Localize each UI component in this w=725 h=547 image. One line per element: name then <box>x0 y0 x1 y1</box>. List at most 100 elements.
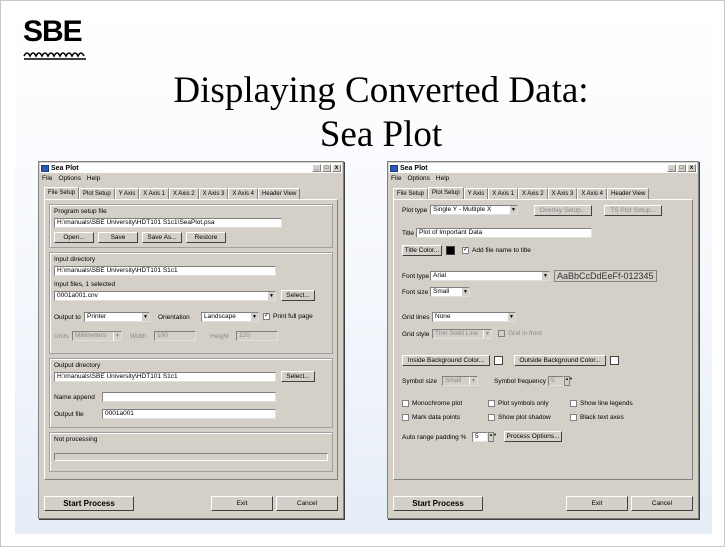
tab-plot-setup[interactable]: Plot Setup <box>428 187 464 199</box>
window-title: Sea Plot <box>51 164 79 172</box>
start-process-button[interactable]: Start Process <box>44 496 134 511</box>
cancel-button[interactable]: Cancel <box>276 496 338 511</box>
tab-x-axis-1[interactable]: X Axis 1 <box>139 188 169 199</box>
output-group: Output directory H:\manuals\SBE Universi… <box>49 358 333 428</box>
cancel-button[interactable]: Cancel <box>631 496 693 511</box>
tab-x-axis-3[interactable]: X Axis 3 <box>547 188 578 199</box>
print-full-page-checkbox[interactable]: ✓ <box>263 313 270 320</box>
minimize-button[interactable]: _ <box>312 164 321 172</box>
save-button[interactable]: Save <box>98 232 138 243</box>
units-dropdown[interactable]: Millimeters ▼ <box>72 331 122 341</box>
close-button[interactable]: x <box>687 164 696 172</box>
menu-help[interactable]: Help <box>436 175 449 182</box>
symbols-only-label: Plot symbols only <box>498 400 549 407</box>
input-files-value: 0001a001.cnv <box>57 292 98 299</box>
open-button[interactable]: Open... <box>54 232 94 243</box>
tab-file-setup[interactable]: File Setup <box>393 188 429 199</box>
input-directory-field[interactable]: H:\manuals\SBE University\HDT101 S1c1 <box>54 266 276 276</box>
menu-help[interactable]: Help <box>87 175 100 182</box>
window-title: Sea Plot <box>400 164 428 172</box>
maximize-button[interactable]: □ <box>677 164 686 172</box>
tab-x-axis-1[interactable]: X Axis 1 <box>488 188 518 199</box>
overlay-setup-button[interactable]: Overlay Setup... <box>534 205 592 216</box>
title-bar[interactable]: Sea Plot _ □ x <box>40 163 342 173</box>
tab-x-axis-2[interactable]: X Axis 2 <box>168 188 199 199</box>
tab-header-view[interactable]: Header View <box>258 188 301 199</box>
grid-lines-dropdown[interactable]: None ▼ <box>432 312 516 322</box>
height-field[interactable]: 120 <box>236 331 278 341</box>
maximize-button[interactable]: □ <box>322 164 331 172</box>
close-button[interactable]: x <box>332 164 341 172</box>
menu-file[interactable]: File <box>391 175 401 182</box>
orientation-dropdown[interactable]: Landscape ▼ <box>201 312 259 322</box>
output-to-dropdown[interactable]: Printer ▼ <box>84 312 150 322</box>
font-type-dropdown[interactable]: Arial ▼ <box>430 271 550 281</box>
title-bar[interactable]: Sea Plot _ □ x <box>389 163 697 173</box>
tab-strip: File Setup Plot Setup Y Axis X Axis 1 X … <box>44 187 338 199</box>
menu-options[interactable]: Options <box>58 175 80 182</box>
output-file-field[interactable]: 0001a001 <box>102 409 276 419</box>
symbol-size-label: Symbol size <box>402 378 438 385</box>
tab-strip: File Setup Plot Setup Y Axis X Axis 1 X … <box>393 187 693 199</box>
auto-range-spinner[interactable]: ▲▼ <box>488 432 497 442</box>
sbe-logo: SBE <box>23 17 89 65</box>
inside-background-color-button[interactable]: Inside Background Color... <box>402 355 490 366</box>
monochrome-checkbox[interactable] <box>402 400 409 407</box>
start-process-button[interactable]: Start Process <box>393 496 483 511</box>
chevron-down-icon: ▼ <box>250 313 258 321</box>
program-setup-label: Program setup file <box>54 208 107 215</box>
input-files-dropdown[interactable]: 0001a001.cnv ▼ <box>54 291 276 301</box>
tab-x-axis-4[interactable]: X Axis 4 <box>228 188 259 199</box>
input-select-button[interactable]: Select... <box>281 290 315 301</box>
title-color-button[interactable]: Title Color... <box>402 245 442 256</box>
input-group: Input directory H:\manuals\SBE Universit… <box>49 252 333 354</box>
symbol-frequency-spinner[interactable]: ▲▼ <box>564 376 573 386</box>
grid-style-dropdown[interactable]: Thin Solid Line ▼ <box>432 329 492 339</box>
status-group: Not processing <box>49 432 333 472</box>
symbol-frequency-field[interactable]: 5 <box>548 376 564 386</box>
name-append-field[interactable] <box>102 392 276 402</box>
plot-title-field[interactable]: Plot of Important Data <box>416 228 592 238</box>
width-label: Width <box>130 333 147 340</box>
grid-in-front-checkbox[interactable] <box>498 330 505 337</box>
mark-points-checkbox[interactable] <box>402 414 409 421</box>
tab-header-view[interactable]: Header View <box>607 188 650 199</box>
exit-button[interactable]: Exit <box>211 496 273 511</box>
print-full-page-label: Print full page <box>273 313 313 320</box>
plot-type-dropdown[interactable]: Single Y - Multiple X ▼ <box>430 205 518 215</box>
plot-shadow-checkbox[interactable] <box>488 414 495 421</box>
menu-options[interactable]: Options <box>407 175 429 182</box>
process-options-button[interactable]: Process Options... <box>504 431 562 442</box>
symbols-only-checkbox[interactable] <box>488 400 495 407</box>
chevron-down-icon: ▼ <box>461 288 469 296</box>
add-file-name-checkbox[interactable]: ✓ <box>462 247 469 254</box>
output-select-button[interactable]: Select... <box>281 371 315 382</box>
outside-background-color-button[interactable]: Outside Background Color... <box>514 355 606 366</box>
tab-y-axis[interactable]: Y Axis <box>114 188 140 199</box>
minimize-button[interactable]: _ <box>667 164 676 172</box>
tab-x-axis-2[interactable]: X Axis 2 <box>517 188 548 199</box>
tab-y-axis[interactable]: Y Axis <box>463 188 489 199</box>
auto-range-field[interactable]: 5 <box>472 432 488 442</box>
grid-style-value: Thin Solid Line <box>435 330 478 337</box>
symbol-size-dropdown[interactable]: Small ▼ <box>442 376 478 386</box>
tab-x-axis-3[interactable]: X Axis 3 <box>198 188 229 199</box>
chevron-down-icon: ▼ <box>483 330 491 338</box>
output-to-value: Printer <box>87 313 107 320</box>
tab-file-setup[interactable]: File Setup <box>44 187 80 199</box>
tab-plot-setup[interactable]: Plot Setup <box>79 188 115 199</box>
line-legends-checkbox[interactable] <box>570 400 577 407</box>
font-size-dropdown[interactable]: Small ▼ <box>430 287 470 297</box>
ts-plot-setup-button[interactable]: TS Plot Setup... <box>604 205 662 216</box>
output-directory-field[interactable]: H:\manuals\SBE University\HDT101 S1c1 <box>54 372 276 382</box>
black-axes-checkbox[interactable] <box>570 414 577 421</box>
menu-bar: File Options Help <box>389 174 697 183</box>
tab-x-axis-4[interactable]: X Axis 4 <box>577 188 608 199</box>
exit-button[interactable]: Exit <box>566 496 628 511</box>
grid-in-front-label: Grid in front <box>508 330 542 337</box>
save-as-button[interactable]: Save As... <box>142 232 182 243</box>
program-setup-file-field[interactable]: H:\manuals\SBE University\HDT101 S1c1\Se… <box>54 218 282 228</box>
menu-file[interactable]: File <box>42 175 52 182</box>
width-field[interactable]: 100 <box>154 331 196 341</box>
restore-button[interactable]: Restore <box>186 232 226 243</box>
